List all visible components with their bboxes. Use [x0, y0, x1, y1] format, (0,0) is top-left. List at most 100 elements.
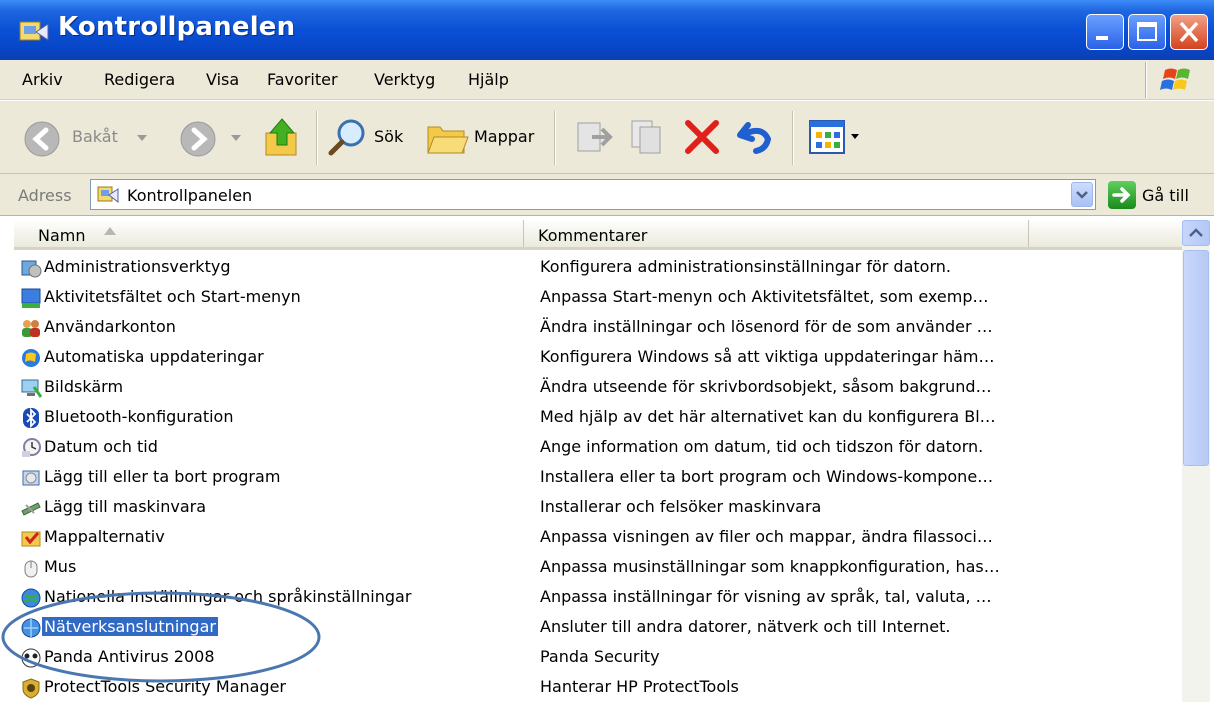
menu-verktyg[interactable]: Verktyg	[374, 70, 435, 89]
go-button[interactable]	[1108, 181, 1136, 209]
admin-tools-icon	[21, 260, 42, 278]
list-item-name[interactable]: Mus	[42, 557, 78, 576]
menu-visa[interactable]: Visa	[206, 70, 239, 89]
list-item-name[interactable]: Lägg till maskinvara	[42, 497, 208, 516]
list-item-name[interactable]: Användarkonton	[42, 317, 178, 336]
address-bar: Adress Kontrollpanelen Gå till	[0, 174, 1214, 216]
address-input[interactable]: Kontrollpanelen	[90, 179, 1096, 210]
menu-bar: Arkiv Redigera Visa Favoriter Verktyg Hj…	[0, 60, 1214, 100]
column-header-comments[interactable]: Kommentarer	[524, 220, 1029, 247]
list-item-comment: Anpassa visningen av filer och mappar, ä…	[540, 527, 993, 546]
hardware-icon	[21, 502, 41, 516]
go-arrow-icon	[1112, 187, 1131, 203]
mouse-icon	[24, 560, 38, 578]
list-item[interactable]: Lägg till eller ta bort program Installer…	[14, 462, 1182, 492]
close-icon	[1179, 21, 1199, 43]
list-item-comment: Med hjälp av det här alternativet kan du…	[540, 407, 996, 426]
back-arrow-icon[interactable]	[22, 119, 62, 159]
list-item[interactable]: Användarkonton Ändra inställningar och lö…	[14, 312, 1182, 342]
forward-arrow-icon[interactable]	[178, 119, 218, 159]
list-item-name[interactable]: Bluetooth-konfiguration	[42, 407, 235, 426]
vertical-scrollbar[interactable]	[1182, 220, 1210, 702]
address-label: Adress	[18, 186, 72, 205]
copy-to-icon[interactable]	[628, 117, 668, 157]
list-item-comment: Panda Security	[540, 647, 660, 666]
windows-update-icon	[22, 349, 40, 367]
views-icon[interactable]	[808, 119, 848, 155]
user-accounts-icon	[22, 320, 40, 337]
list-item[interactable]: Aktivitetsfältet och Start-menyn Anpassa …	[14, 282, 1182, 312]
menu-redigera[interactable]: Redigera	[104, 70, 175, 89]
chevron-down-icon	[1076, 191, 1088, 199]
list-item-name[interactable]: Automatiska uppdateringar	[42, 347, 266, 366]
minimize-button[interactable]	[1086, 14, 1124, 50]
list-item-name[interactable]: Administrationsverktyg	[42, 257, 232, 276]
scroll-up-button[interactable]	[1182, 220, 1210, 246]
list-item-comment: Installera eller ta bort program och Win…	[540, 467, 994, 486]
taskbar-icon	[21, 288, 41, 308]
list-item-name[interactable]: Datum och tid	[42, 437, 160, 456]
toolbar: Bakåt Sök Mappar	[0, 100, 1214, 174]
maximize-button[interactable]	[1128, 14, 1166, 50]
back-dropdown-icon[interactable]	[136, 133, 148, 143]
title-bar[interactable]: Kontrollpanelen	[0, 0, 1214, 60]
windows-logo-icon	[1146, 62, 1190, 98]
list-item-comment: Anpassa Start-menyn och Aktivitetsfältet…	[540, 287, 989, 306]
scroll-thumb[interactable]	[1183, 250, 1209, 466]
clock-icon	[22, 438, 41, 457]
address-value: Kontrollpanelen	[127, 186, 253, 205]
address-dropdown-button[interactable]	[1071, 182, 1093, 207]
control-panel-window: Kontrollpanelen Arkiv Redigera Visa Favo…	[0, 0, 1214, 702]
list-item-comment: Anpassa inställningar för visning av spr…	[540, 587, 992, 606]
list-item-name[interactable]: Mappalternativ	[42, 527, 167, 546]
list-item-comment: Ändra inställningar och lösenord för de …	[540, 317, 993, 336]
back-button-label[interactable]: Bakåt	[72, 127, 118, 146]
list-item-comment: Konfigurera Windows så att viktiga uppda…	[540, 347, 995, 366]
search-icon[interactable]	[326, 115, 370, 159]
maximize-icon	[1137, 22, 1157, 41]
move-to-icon[interactable]	[574, 117, 614, 157]
list-item[interactable]: Automatiska uppdateringar Konfigurera Win…	[14, 342, 1182, 372]
list-item[interactable]: Mappalternativ Anpassa visningen av filer…	[14, 522, 1182, 552]
menu-hjalp[interactable]: Hjälp	[468, 70, 509, 89]
list-item[interactable]: Lägg till maskinvara Installerar och fels…	[14, 492, 1182, 522]
toolbar-separator	[554, 111, 555, 165]
list-item-comment: Hanterar HP ProtectTools	[540, 677, 739, 696]
column-header-name[interactable]: Namn	[14, 220, 524, 247]
undo-icon[interactable]	[736, 117, 776, 157]
go-label[interactable]: Gå till	[1142, 186, 1189, 205]
list-header: Namn Kommentarer	[14, 220, 1182, 250]
control-panel-icon	[97, 186, 119, 204]
list-item-comment: Anpassa musinställningar som knappkonfig…	[540, 557, 1000, 576]
delete-icon[interactable]	[682, 117, 722, 157]
list-item-name[interactable]: Bildskärm	[42, 377, 125, 396]
folders-icon[interactable]	[424, 117, 470, 157]
views-dropdown-icon[interactable]	[850, 133, 860, 141]
forward-dropdown-icon[interactable]	[230, 133, 242, 143]
list-item[interactable]: Mus Anpassa musinställningar som knappkon…	[14, 552, 1182, 582]
chevron-up-icon	[1189, 228, 1203, 237]
list-item-name[interactable]: Aktivitetsfältet och Start-menyn	[42, 287, 303, 306]
list-item-comment: Ändra utseende för skrivbordsobjekt, sås…	[540, 377, 992, 396]
menu-favoriter[interactable]: Favoriter	[267, 70, 338, 89]
minimize-icon	[1096, 36, 1108, 40]
list-item[interactable]: Datum och tid Ange information om datum, …	[14, 432, 1182, 462]
up-folder-icon[interactable]	[262, 115, 302, 159]
close-button[interactable]	[1170, 14, 1208, 50]
list-item-comment: Ange information om datum, tid och tidsz…	[540, 437, 984, 456]
list-item-comment: Installerar och felsöker maskinvara	[540, 497, 822, 516]
folders-button-label[interactable]: Mappar	[474, 127, 534, 146]
bluetooth-icon	[23, 407, 39, 429]
toolbar-separator	[792, 111, 793, 165]
folder-options-icon	[21, 531, 41, 547]
list-item-name[interactable]: Lägg till eller ta bort program	[42, 467, 282, 486]
list-item-comment: Ansluter till andra datorer, nätverk och…	[540, 617, 951, 636]
menu-arkiv[interactable]: Arkiv	[22, 70, 63, 89]
list-item[interactable]: Bildskärm Ändra utseende för skrivbordsob…	[14, 372, 1182, 402]
list-item[interactable]: Administrationsverktyg Konfigurera admini…	[14, 252, 1182, 282]
display-icon	[21, 379, 42, 398]
search-button-label[interactable]: Sök	[374, 127, 403, 146]
control-panel-icon	[19, 21, 49, 41]
add-remove-programs-icon	[22, 470, 40, 486]
list-item[interactable]: Bluetooth-konfiguration Med hjälp av det …	[14, 402, 1182, 432]
